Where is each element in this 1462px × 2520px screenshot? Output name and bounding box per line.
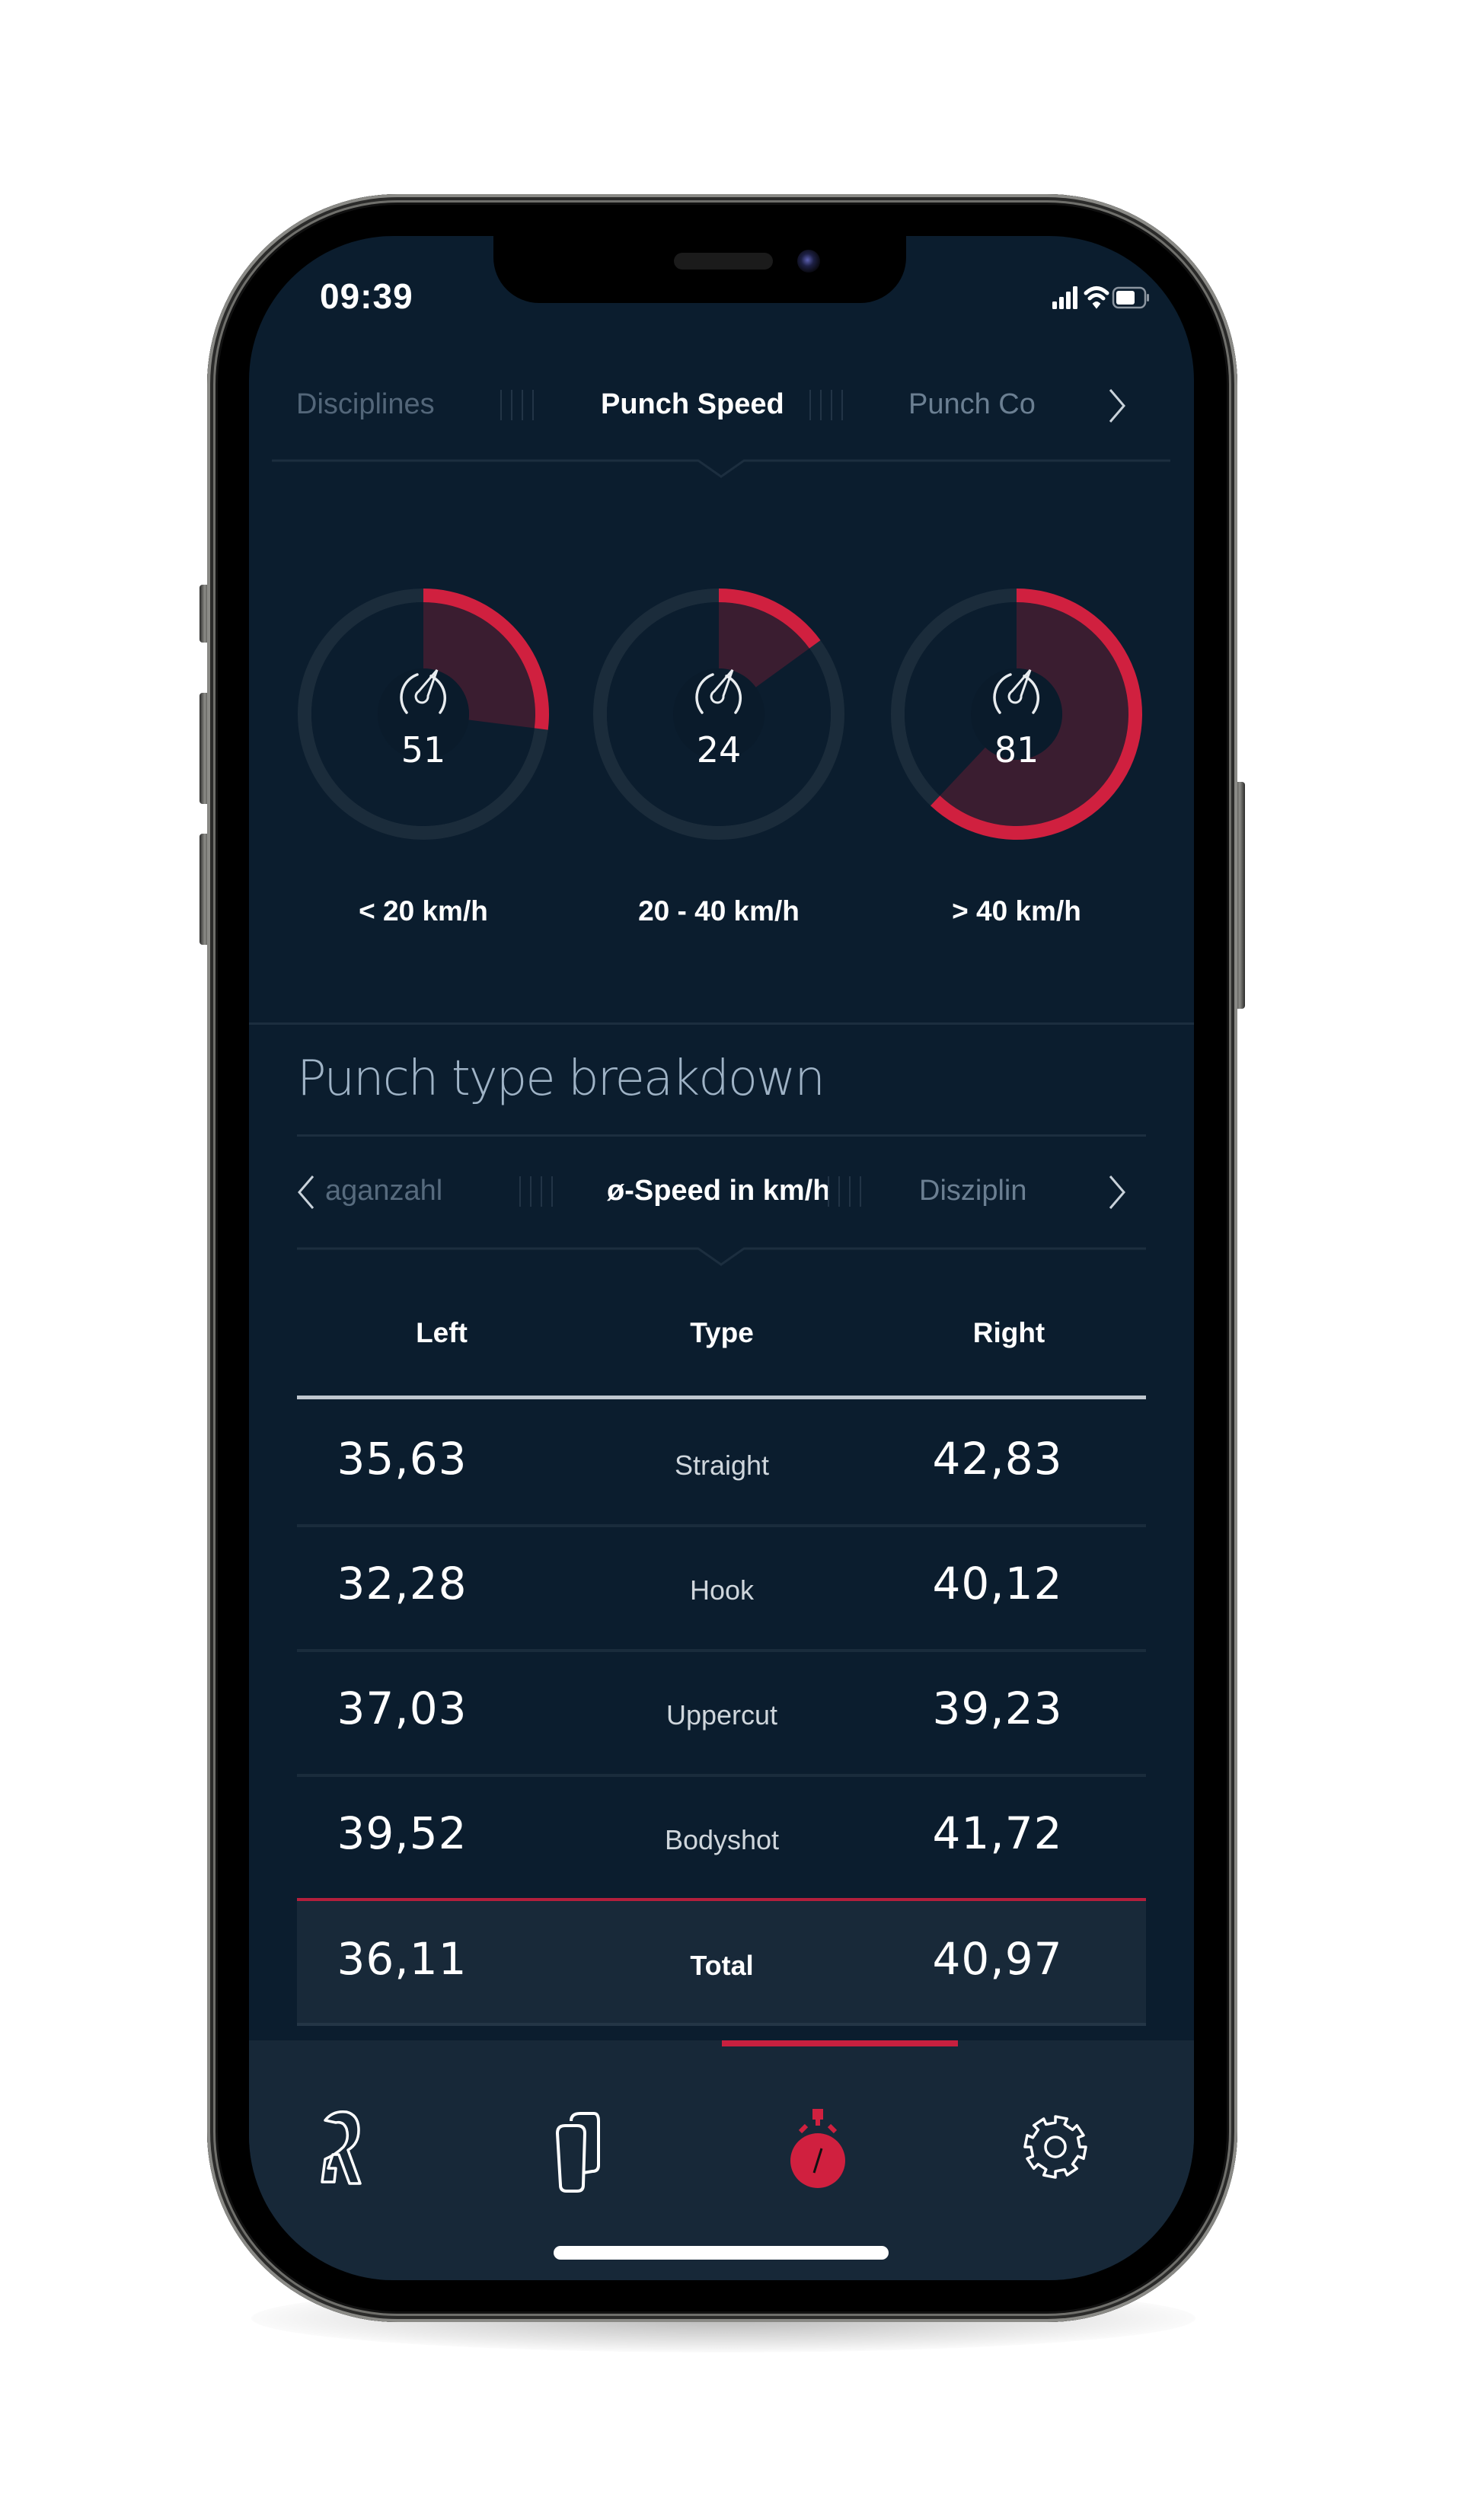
gauge-label: < 20 km/h: [359, 895, 488, 927]
punch-type: Uppercut: [666, 1699, 778, 1731]
active-tab-indicator: [722, 2040, 958, 2046]
status-icons: [1052, 286, 1149, 309]
tab-punch-count[interactable]: Punch Co: [908, 388, 1045, 421]
right-value: 39,23: [932, 1683, 1063, 1734]
speed-gauge: 24 20 - 40 km/h: [589, 585, 848, 935]
gear-icon: [1023, 2115, 1087, 2179]
tab-avg-speed[interactable]: ø-Speed in km/h: [607, 1175, 830, 1207]
nav-item-home[interactable]: [279, 2086, 401, 2208]
subtab-top-line: [297, 1134, 1146, 1137]
brand-logo-icon: [321, 2110, 362, 2185]
stopwatch-icon: [790, 2109, 845, 2188]
right-value: 42,83: [932, 1433, 1063, 1485]
tab-disciplines[interactable]: Disciplines: [296, 388, 435, 421]
speed-gauge: 81 > 40 km/h: [887, 585, 1146, 935]
chevron-left-icon[interactable]: [295, 1173, 318, 1211]
table-row: 37,03 Uppercut 39,23: [297, 1649, 1146, 1777]
tab-separator: [500, 390, 546, 420]
tab-separator: [519, 1176, 565, 1207]
table-row: 35,63 Straight 42,83: [297, 1399, 1146, 1527]
table-row: 39,52 Bodyshot 41,72: [297, 1774, 1146, 1899]
subtab-indicator-line: [297, 1247, 1146, 1266]
left-value: 37,03: [337, 1683, 468, 1734]
tab-schlaganzahl[interactable]: aganzahl: [325, 1175, 442, 1207]
gauge-label: 20 - 40 km/h: [638, 895, 800, 927]
tab-disziplinen[interactable]: Disziplin: [919, 1175, 1033, 1207]
gauge-ring: [891, 589, 1142, 840]
left-value: 32,28: [337, 1558, 468, 1609]
speed-gauge: 51 < 20 km/h: [294, 585, 553, 935]
nav-item-training[interactable]: [756, 2086, 878, 2208]
punch-type: Straight: [674, 1450, 770, 1481]
right-value: 41,72: [932, 1807, 1063, 1859]
right-value: 40,12: [932, 1558, 1063, 1609]
tab-indicator-line: [272, 459, 1170, 478]
gauge-value: 51: [401, 729, 446, 770]
punch-type: Hook: [689, 1574, 755, 1606]
column-header-left: Left: [416, 1317, 468, 1348]
nav-item-devices[interactable]: [518, 2086, 640, 2208]
tab-separator: [809, 390, 855, 420]
cellular-signal-icon: [1052, 286, 1077, 309]
total-left-value: 36,11: [337, 1933, 468, 1985]
chevron-right-icon[interactable]: [1106, 387, 1128, 425]
total-right-value: 40,97: [932, 1933, 1063, 1985]
gloves-icon: [556, 2112, 600, 2193]
column-header-type: Type: [690, 1317, 754, 1348]
home-indicator: [554, 2246, 889, 2260]
chevron-right-icon[interactable]: [1106, 1173, 1128, 1211]
column-header-right: Right: [972, 1317, 1045, 1348]
gauge-value: 24: [696, 729, 742, 770]
notch: [493, 236, 906, 303]
earpiece-speaker: [674, 253, 773, 270]
gauge-value: 81: [994, 729, 1039, 770]
total-label: Total: [690, 1950, 754, 1981]
gauge-ring: [593, 589, 844, 840]
table-row: 32,28 Hook 40,12: [297, 1524, 1146, 1652]
bottom-navigation: [249, 2040, 1194, 2280]
gauge-label: > 40 km/h: [952, 895, 1081, 927]
punch-type: Bodyshot: [664, 1824, 780, 1855]
left-value: 35,63: [337, 1433, 468, 1485]
app-screen: 09:39 Disciplines Punch Speed Punch Co 5…: [249, 236, 1194, 2280]
battery-icon: [1112, 286, 1149, 309]
breakdown-tab-carousel: aganzahl ø-Speed in km/h Disziplin: [249, 1175, 1194, 1213]
top-tab-carousel: Disciplines Punch Speed Punch Co: [249, 388, 1194, 426]
gauge-ring: [298, 589, 549, 840]
section-divider: [249, 1022, 1194, 1025]
tab-punch-speed[interactable]: Punch Speed: [601, 388, 784, 421]
nav-item-settings[interactable]: [994, 2086, 1116, 2208]
total-row: 36,11 Total 40,97: [297, 1901, 1146, 2026]
front-camera: [797, 250, 820, 273]
status-time: 09:39: [320, 276, 413, 316]
left-value: 39,52: [337, 1807, 468, 1859]
tab-separator: [828, 1176, 873, 1207]
breakdown-title: Punch type breakdown: [297, 1051, 825, 1107]
wifi-icon: [1084, 286, 1109, 309]
